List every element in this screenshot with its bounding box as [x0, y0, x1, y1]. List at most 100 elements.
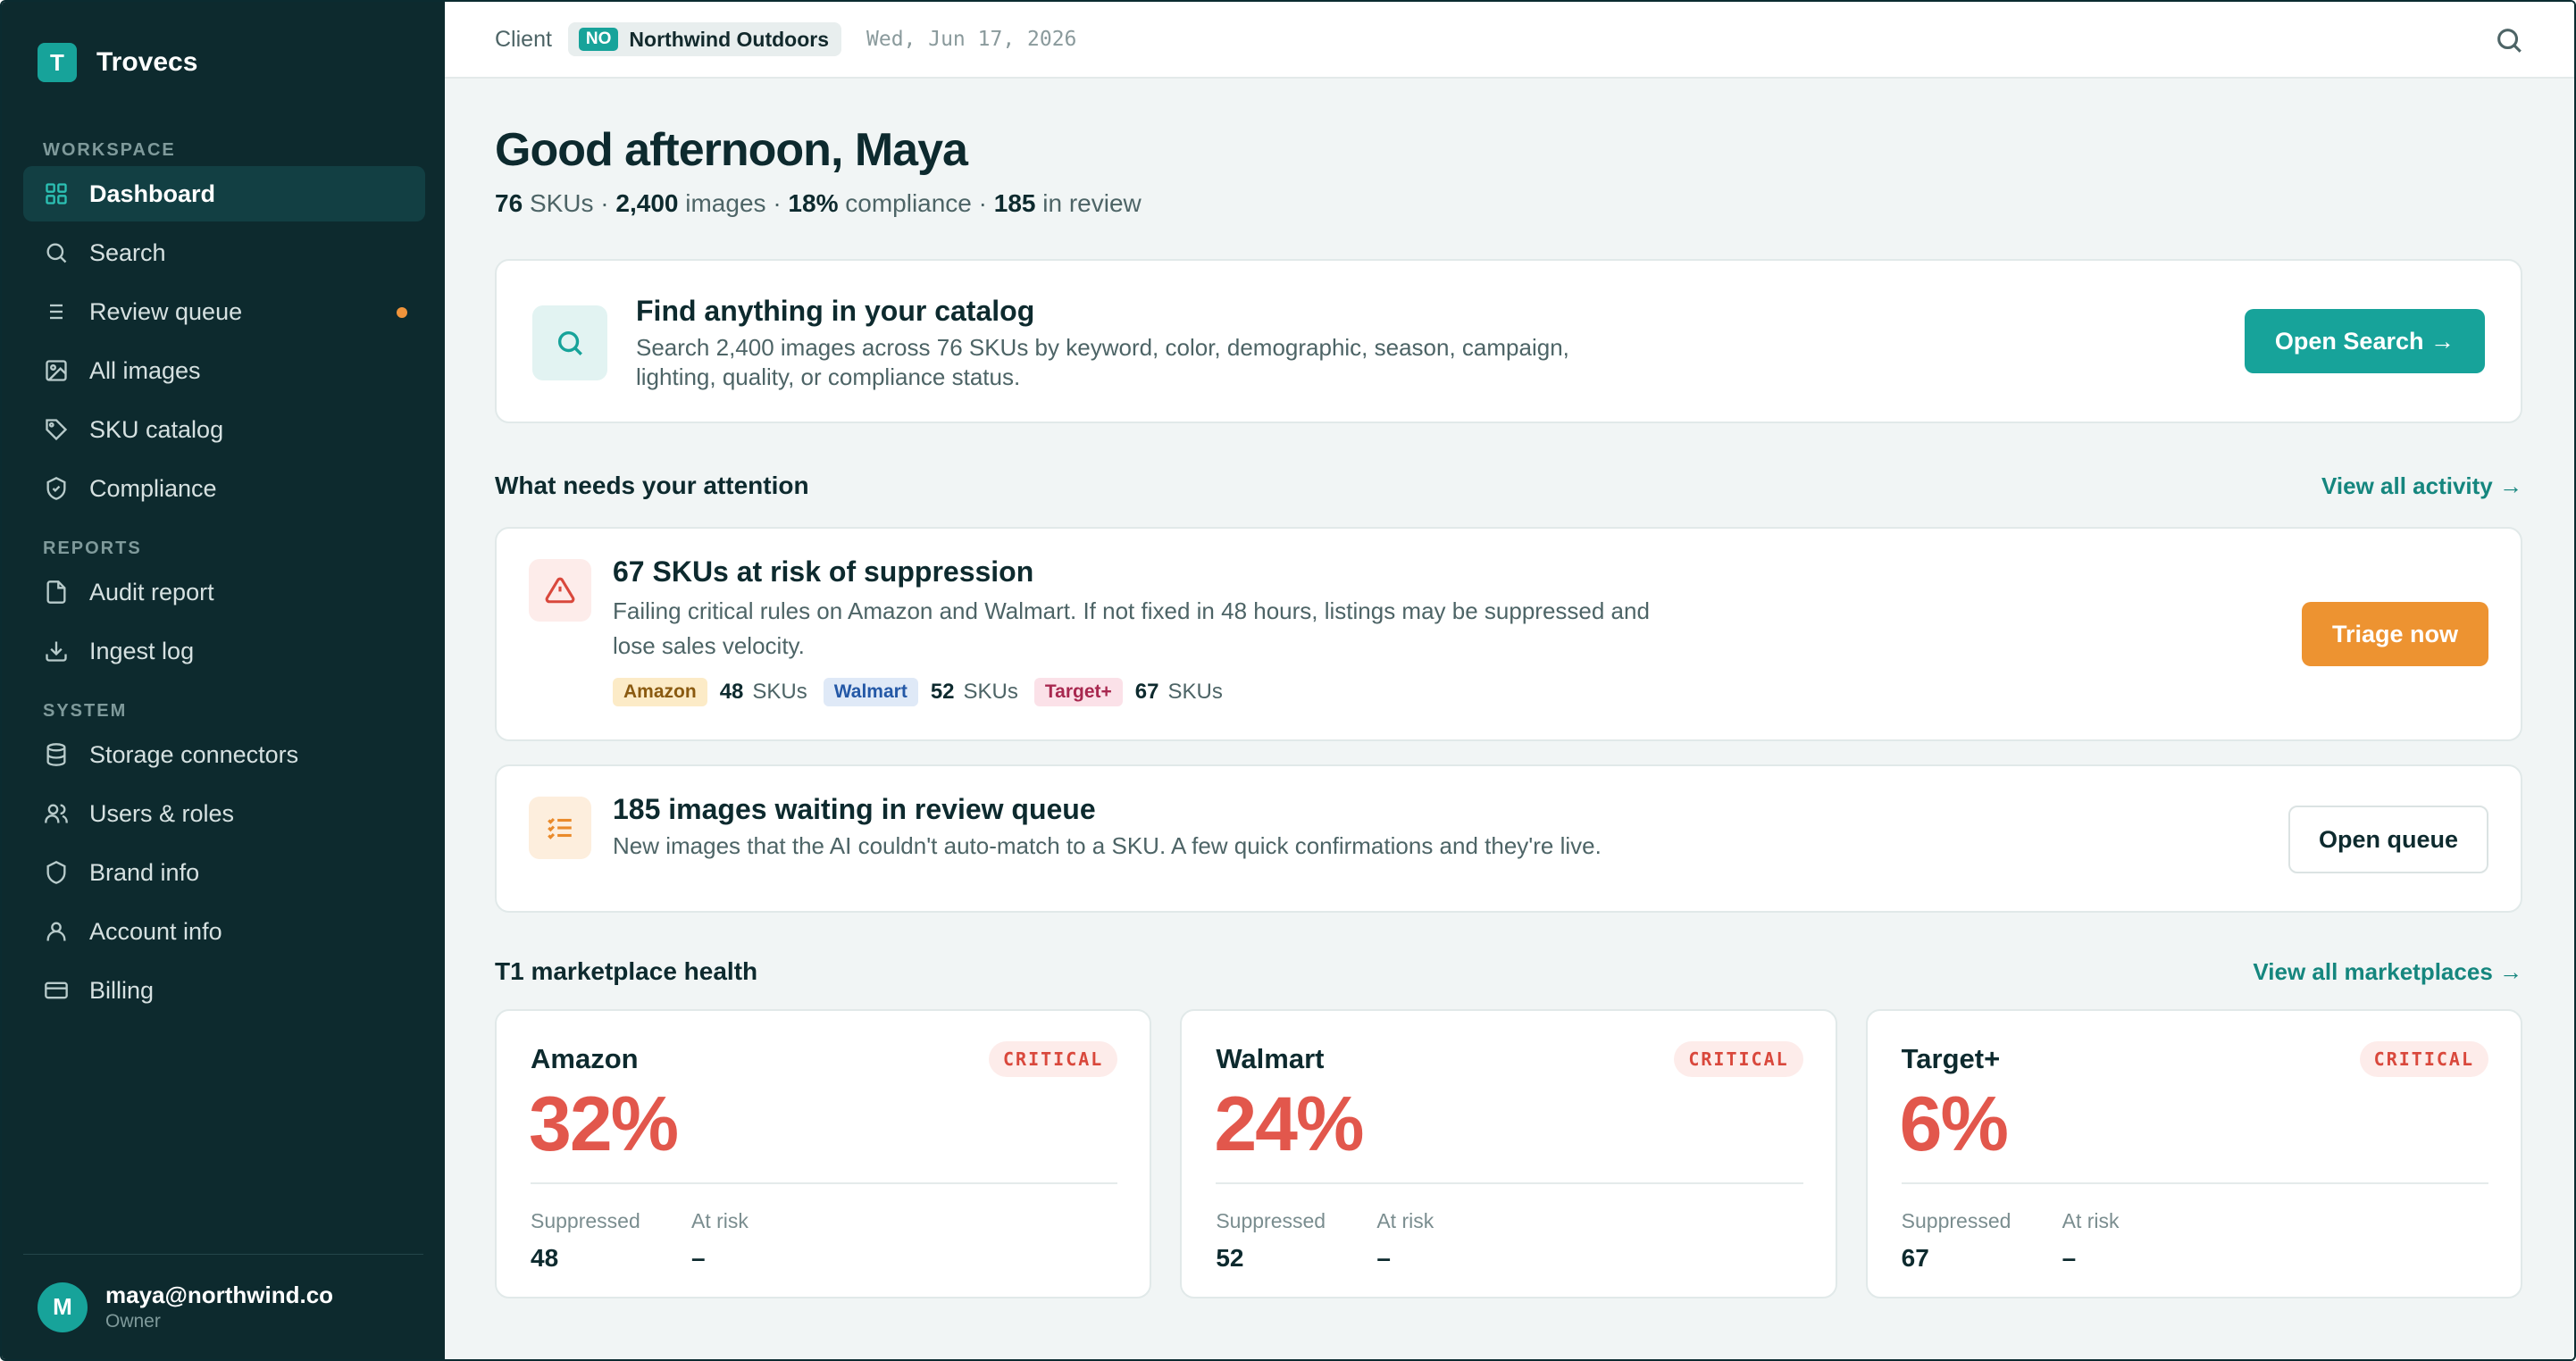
stat-images-label: images	[685, 189, 766, 217]
tag-icon	[43, 416, 70, 443]
warning-icon	[529, 559, 591, 622]
client-selector[interactable]: NO Northwind Outdoors	[567, 22, 841, 56]
stat-skus-label: SKUs	[529, 189, 594, 217]
health-percentage: 24%	[1214, 1081, 1364, 1167]
sidebar-item-label: Dashboard	[89, 180, 216, 207]
summary-stats: 76 SKUs · 2,400 images · 18% compliance …	[495, 189, 2522, 218]
sidebar-item-dashboard[interactable]: Dashboard	[23, 166, 425, 221]
suppressed-metric: Suppressed 52	[1216, 1209, 1326, 1272]
nav-section-system: SYSTEM	[43, 701, 128, 721]
health-header: T1 marketplace health View all marketpla…	[495, 954, 2522, 989]
marketplace-name: Target+	[1901, 1043, 2001, 1074]
sidebar-item-sku-catalog[interactable]: SKU catalog	[23, 402, 425, 457]
dashboard-content: Good afternoon, Maya 76 SKUs · 2,400 ima…	[495, 79, 2522, 1298]
review-queue-card: 185 images waiting in review queue New i…	[495, 764, 2522, 913]
sidebar-item-storage-connectors[interactable]: Storage connectors	[23, 727, 425, 782]
nav-section-reports: REPORTS	[43, 539, 142, 558]
search-card-text: Find anything in your catalog Search 2,4…	[636, 295, 1618, 392]
risk-card-description: Failing critical rules on Amazon and Wal…	[613, 597, 1650, 659]
suppression-risk-card: 67 SKUs at risk of suppression Failing c…	[495, 527, 2522, 741]
stat-review-value: 185	[993, 189, 1036, 217]
sidebar-item-label: Audit report	[89, 578, 214, 605]
open-queue-button[interactable]: Open queue	[2287, 806, 2488, 873]
stat-separator: ·	[978, 189, 987, 217]
sidebar-item-all-images[interactable]: All images	[23, 343, 425, 398]
stat-images-value: 2,400	[615, 189, 679, 217]
file-icon	[43, 579, 70, 605]
suppressed-metric: Suppressed 48	[531, 1209, 640, 1272]
triage-now-button[interactable]: Triage now	[2301, 602, 2488, 666]
brand[interactable]: T Trovecs	[38, 43, 197, 82]
divider	[1901, 1182, 2488, 1184]
grid-icon	[43, 180, 70, 207]
tag-walmart: Walmart	[823, 678, 918, 706]
health-percentage: 6%	[1899, 1081, 2009, 1167]
search-icon	[532, 305, 607, 380]
marketplace-name: Amazon	[531, 1043, 639, 1074]
sidebar-item-label: Storage connectors	[89, 740, 299, 768]
shield-check-icon	[43, 475, 70, 502]
checklist-icon	[529, 797, 591, 859]
sidebar-item-users-roles[interactable]: Users & roles	[23, 786, 425, 841]
notification-dot	[397, 307, 407, 318]
at-risk-metric: At risk –	[2062, 1209, 2120, 1272]
health-card-target[interactable]: Target+ CRITICAL 6% Suppressed 67 At ris…	[1865, 1009, 2522, 1298]
sidebar-item-search[interactable]: Search	[23, 225, 425, 280]
user-role: Owner	[105, 1311, 161, 1332]
user-profile[interactable]: M maya@northwind.co Owner	[23, 1254, 423, 1359]
view-all-marketplaces-link[interactable]: View all marketplaces →	[2253, 958, 2522, 986]
client-code-badge: NO	[578, 28, 619, 51]
sidebar-item-compliance[interactable]: Compliance	[23, 461, 425, 516]
stat-compliance-label: compliance	[845, 189, 972, 217]
sidebar-item-billing[interactable]: Billing	[23, 963, 425, 1018]
nav-section-workspace: WORKSPACE	[43, 140, 176, 160]
search-icon	[43, 239, 70, 266]
status-badge: CRITICAL	[989, 1041, 1118, 1077]
attention-header: What needs your attention View all activ…	[495, 468, 2522, 504]
sidebar-item-label: Compliance	[89, 474, 217, 502]
stat-separator: ·	[600, 189, 609, 217]
sidebar-item-account-info[interactable]: Account info	[23, 904, 425, 959]
sidebar-item-brand-info[interactable]: Brand info	[23, 845, 425, 900]
marketplace-health-grid: Amazon CRITICAL 32% Suppressed 48 At ris…	[495, 1009, 2522, 1298]
users-icon	[43, 800, 70, 827]
health-card-walmart[interactable]: Walmart CRITICAL 24% Suppressed 52 At ri…	[1180, 1009, 1837, 1298]
open-search-button[interactable]: Open Search →	[2244, 309, 2485, 373]
sidebar-item-audit-report[interactable]: Audit report	[23, 564, 425, 620]
topbar: Client NO Northwind Outdoors Wed, Jun 17…	[445, 2, 2574, 79]
sidebar-item-label: All images	[89, 356, 201, 384]
list-icon	[43, 298, 70, 325]
stat-compliance-value: 18%	[788, 189, 839, 217]
risk-card-title: 67 SKUs at risk of suppression	[613, 555, 1034, 588]
sidebar-item-label: Search	[89, 238, 166, 266]
stat-review-label: in review	[1042, 189, 1142, 217]
sidebar-item-review-queue[interactable]: Review queue	[23, 284, 425, 339]
stat-separator: ·	[773, 189, 782, 217]
client-name: Northwind Outdoors	[629, 27, 829, 51]
divider	[531, 1182, 1118, 1184]
health-card-amazon[interactable]: Amazon CRITICAL 32% Suppressed 48 At ris…	[495, 1009, 1152, 1298]
database-icon	[43, 741, 70, 768]
avatar: M	[38, 1282, 88, 1332]
image-icon	[43, 357, 70, 384]
sidebar-item-label: SKU catalog	[89, 415, 224, 443]
suppressed-metric: Suppressed 67	[1901, 1209, 2011, 1272]
sidebar-item-label: Users & roles	[89, 799, 235, 827]
stat-skus-value: 76	[495, 189, 523, 217]
health-percentage: 32%	[529, 1081, 679, 1167]
view-all-activity-link[interactable]: View all activity →	[2321, 472, 2522, 500]
user-icon	[43, 918, 70, 945]
tag-amazon-count: 48 SKUs	[719, 680, 807, 704]
main-content: Client NO Northwind Outdoors Wed, Jun 17…	[445, 2, 2574, 1359]
at-risk-metric: At risk –	[1376, 1209, 1434, 1272]
tag-amazon: Amazon	[613, 678, 707, 706]
sidebar: T Trovecs WORKSPACE Dashboard Search Rev…	[2, 2, 445, 1359]
tag-target-count: 67 SKUs	[1134, 680, 1223, 704]
sidebar-nav: WORKSPACE Dashboard Search Review queue …	[23, 134, 425, 1022]
search-card: Find anything in your catalog Search 2,4…	[495, 259, 2522, 423]
sidebar-item-ingest-log[interactable]: Ingest log	[23, 623, 425, 679]
page-title: Good afternoon, Maya	[495, 124, 968, 176]
queue-card-title: 185 images waiting in review queue	[613, 793, 1096, 825]
search-icon[interactable]	[2494, 25, 2524, 55]
sidebar-item-label: Account info	[89, 917, 222, 945]
